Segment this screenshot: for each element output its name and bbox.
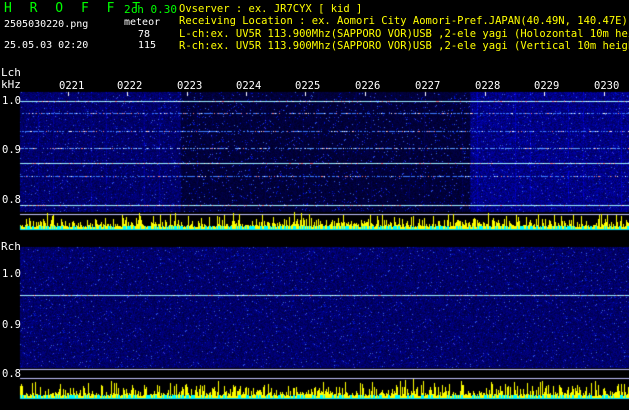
lch-label: Lch — [1, 66, 21, 79]
meteor-count-rch: 115 — [138, 40, 157, 51]
lch-ytick-1: 1.0 — [2, 95, 21, 107]
location-line: Receiving Location : ex. Aomori City Aom… — [179, 15, 628, 27]
lch-info-line: L-ch:ex. UV5R 113.900Mhz(SAPPORO VOR)USB… — [179, 28, 629, 40]
time-tick: 0230 — [594, 80, 620, 92]
time-tick: 0222 — [117, 80, 143, 92]
rch-info-line: R-ch:ex. UV5R 113.900Mhz(SAPPORO VOR)USB… — [179, 40, 629, 52]
lch-ytick-2: 0.9 — [2, 144, 21, 156]
meteor-label: meteor — [124, 17, 161, 28]
time-tick: 0221 — [59, 80, 85, 92]
meteor-count-lch: 78 — [138, 29, 151, 40]
time-tick: 0225 — [295, 80, 321, 92]
time-tick: 0223 — [177, 80, 203, 92]
khz-unit-label: kHz — [1, 78, 21, 91]
time-tick: 0229 — [534, 80, 560, 92]
time-tick: 0226 — [355, 80, 381, 92]
time-tick: 0224 — [236, 80, 262, 92]
time-tick: 0227 — [415, 80, 441, 92]
time-tick: 0228 — [475, 80, 501, 92]
lch-ytick-3: 0.8 — [2, 194, 21, 206]
image-filename: 2505030220.png — [4, 19, 89, 30]
rch-ytick-2: 0.9 — [2, 319, 21, 331]
capture-datetime: 25.05.03 02:20 — [4, 40, 89, 51]
observer-line: Ovserver : ex. JR7CYX [ kid ] — [179, 3, 363, 15]
rch-label: Rch — [1, 240, 21, 253]
rch-ytick-3: 0.8 — [2, 368, 21, 380]
rch-ytick-1: 1.0 — [2, 268, 21, 280]
app-version: 2ch 0.30 — [124, 3, 177, 16]
spectrogram-canvas — [0, 0, 629, 410]
